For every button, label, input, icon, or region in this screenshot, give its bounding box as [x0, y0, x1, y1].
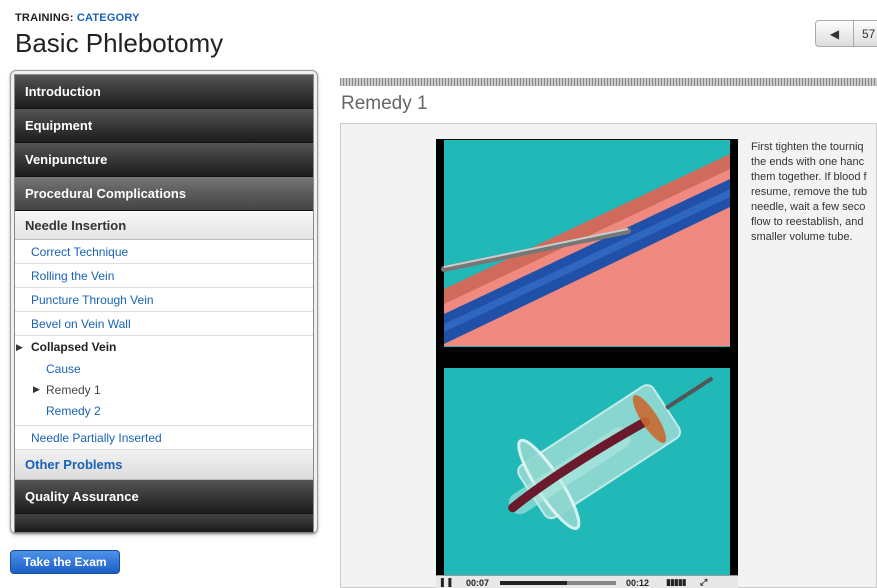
description-line: needle, wait a few seco	[751, 201, 866, 213]
menu-link-needle-partially-inserted[interactable]: Needle Partially Inserted	[15, 426, 313, 450]
video-player[interactable]: ❚❚ 00:07 00:12 ▮▮▮▮▮ ⤢	[436, 139, 738, 588]
menu-item-collapsed-vein[interactable]: ▶ Collapsed Vein	[15, 336, 313, 358]
fullscreen-icon: ⤢	[700, 577, 708, 587]
menu-link-remedy-1-label: Remedy 1	[46, 382, 101, 397]
menu-item-equipment[interactable]: Equipment	[15, 109, 313, 143]
take-exam-button[interactable]: Take the Exam	[10, 550, 120, 574]
breadcrumb-prefix: TRAINING:	[15, 12, 77, 24]
pause-button[interactable]: ❚❚	[436, 577, 456, 588]
needle-vein-illustration	[441, 140, 730, 347]
seek-bar[interactable]	[500, 580, 616, 585]
collapsed-vein-group: ▶ Collapsed Vein Cause ▶ Remedy 1 Remedy…	[15, 336, 313, 426]
previous-page-button[interactable]: ◀	[816, 21, 854, 46]
section-divider	[340, 78, 877, 86]
tube-holder-illustration	[444, 368, 730, 575]
description-line: the ends with one hanc	[751, 156, 865, 168]
elapsed-time: 00:07	[466, 577, 490, 588]
menu-link-bevel-on-vein-wall[interactable]: Bevel on Vein Wall	[15, 312, 313, 336]
fullscreen-button[interactable]: ⤢	[700, 577, 716, 588]
menu-item-quality-assurance[interactable]: Quality Assurance	[15, 480, 313, 514]
menu-item-procedural-complications[interactable]: Procedural Complications	[15, 177, 313, 211]
menu-link-rolling-the-vein[interactable]: Rolling the Vein	[15, 264, 313, 288]
duration-time: 00:12	[626, 577, 650, 588]
description-text: First tighten the tourniq the ends with …	[751, 140, 877, 245]
submenu-header-needle-insertion[interactable]: Needle Insertion	[15, 211, 313, 240]
menu-item-venipuncture[interactable]: Venipuncture	[15, 143, 313, 177]
video-controls: ❚❚ 00:07 00:12 ▮▮▮▮▮ ⤢	[436, 575, 738, 588]
page-title: Basic Phlebotomy	[15, 28, 224, 58]
menu-footer	[15, 514, 313, 532]
menu-link-cause[interactable]: Cause	[15, 358, 313, 379]
description-line: First tighten the tourniq	[751, 141, 864, 153]
description-line: resume, remove the tub	[751, 186, 868, 198]
breadcrumb: TRAINING: CATEGORY	[15, 12, 140, 24]
description-line: smaller volume tube.	[751, 231, 853, 243]
menu-link-remedy-2[interactable]: Remedy 2	[15, 400, 313, 421]
menu-item-collapsed-vein-label: Collapsed Vein	[31, 340, 117, 354]
content-panel: ❚❚ 00:07 00:12 ▮▮▮▮▮ ⤢ First tighten the…	[340, 123, 877, 588]
menu-link-puncture-through-vein[interactable]: Puncture Through Vein	[15, 288, 313, 312]
description-line: them together. If blood f	[751, 171, 867, 183]
video-frame	[436, 139, 738, 576]
pager: ◀ 57	[815, 20, 877, 47]
menu-link-correct-technique[interactable]: Correct Technique	[15, 240, 313, 264]
left-arrow-icon: ◀	[829, 26, 840, 41]
page-number: 57	[862, 26, 876, 41]
volume-control[interactable]: ▮▮▮▮▮	[660, 577, 700, 588]
menu-link-remedy-1[interactable]: ▶ Remedy 1	[15, 379, 313, 400]
menu-item-introduction[interactable]: Introduction	[15, 75, 313, 109]
volume-icon: ▮▮▮▮▮	[666, 577, 687, 587]
sidebar-menu: Introduction Equipment Venipuncture Proc…	[10, 70, 318, 534]
current-page-arrow-icon: ▶	[33, 384, 40, 394]
pause-icon: ❚❚	[438, 577, 454, 587]
menu-item-other-problems[interactable]: Other Problems	[15, 450, 313, 480]
seek-progress	[500, 580, 568, 585]
description-line: flow to reestablish, and	[751, 216, 864, 228]
breadcrumb-category-link[interactable]: CATEGORY	[77, 12, 140, 24]
section-title: Remedy 1	[341, 93, 428, 114]
expanded-arrow-icon: ▶	[16, 341, 23, 352]
